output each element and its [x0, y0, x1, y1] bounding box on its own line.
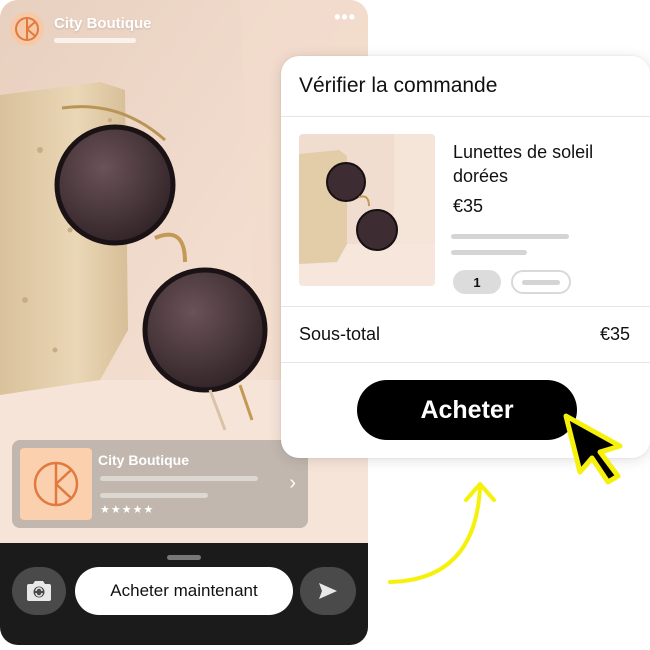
boutique-logo-icon[interactable]	[10, 12, 44, 46]
brand-meta: City Boutique	[54, 15, 152, 43]
subtotal-label: Sous-total	[299, 324, 381, 344]
divider	[281, 116, 650, 117]
grab-handle[interactable]	[167, 555, 201, 560]
product-card-title: City Boutique	[98, 452, 189, 468]
send-button[interactable]	[300, 567, 356, 615]
option-selector[interactable]	[511, 270, 571, 294]
camera-button[interactable]	[12, 567, 66, 615]
item-name: Lunettes de soleil dorées	[453, 142, 594, 186]
story-header: City Boutique	[10, 12, 358, 52]
checkout-modal: Vérifier la commande Lunettes de soleil …	[281, 56, 650, 458]
more-dots-icon[interactable]: •••	[334, 8, 356, 26]
text-placeholder-bar	[451, 234, 569, 239]
text-placeholder-bar	[100, 493, 208, 498]
camera-icon	[27, 581, 51, 601]
buy-button[interactable]: Acheter	[357, 380, 577, 440]
send-icon	[319, 583, 337, 599]
brand-subtitle-placeholder	[54, 38, 136, 43]
subtotal-value: €35	[599, 324, 630, 344]
quantity-selector[interactable]: 1	[453, 270, 501, 294]
boutique-logo-icon	[33, 461, 79, 507]
divider	[281, 306, 650, 307]
brand-name[interactable]: City Boutique	[54, 15, 152, 32]
item-price: €35	[453, 196, 484, 216]
product-thumb-logo	[20, 448, 92, 520]
cursor-pointer-icon	[563, 413, 623, 485]
text-placeholder-bar	[451, 250, 527, 255]
rating-stars: ★★★★★	[100, 504, 155, 516]
chevron-right-icon[interactable]: ›	[289, 472, 296, 495]
text-placeholder-bar	[100, 476, 258, 481]
item-image	[299, 134, 435, 286]
product-card[interactable]: City Boutique ★★★★★ ›	[12, 440, 308, 528]
checkout-title: Vérifier la commande	[299, 74, 498, 97]
bottom-action-bar: Acheter maintenant	[0, 543, 368, 645]
curved-arrow-icon	[388, 482, 496, 584]
divider	[281, 362, 650, 363]
buy-now-button[interactable]: Acheter maintenant	[75, 567, 293, 615]
